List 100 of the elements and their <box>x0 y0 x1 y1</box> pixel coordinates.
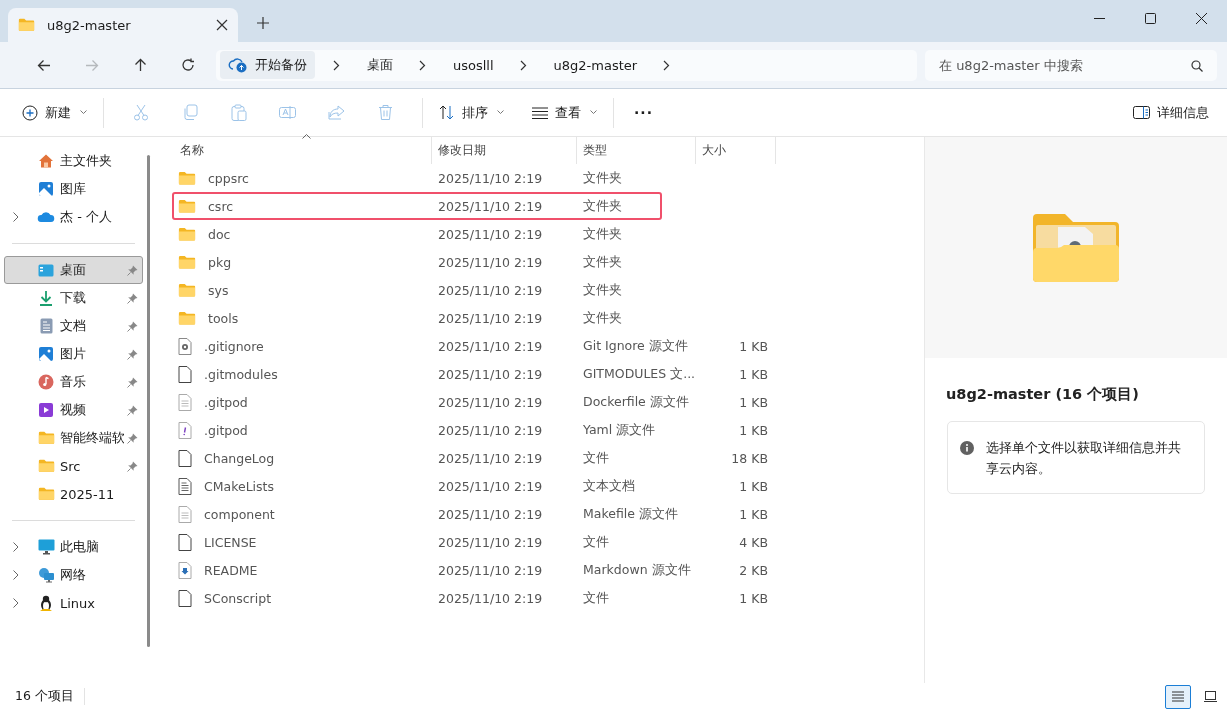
pin-icon[interactable] <box>127 292 138 304</box>
pin-icon[interactable] <box>127 404 138 416</box>
scrollbar[interactable] <box>147 155 150 647</box>
music-icon <box>38 374 54 390</box>
pin-icon[interactable] <box>127 432 138 444</box>
file-name[interactable]: pkg <box>202 254 232 270</box>
type-cell-text: 文件夹 <box>582 225 623 243</box>
view-toggle[interactable] <box>1165 684 1191 709</box>
gallery-icon <box>38 181 54 197</box>
sidebar-item[interactable]: 2025-11 <box>4 480 143 508</box>
back-icon[interactable] <box>37 58 51 72</box>
type-cell-text: Dockerfile 源文件 <box>582 393 690 411</box>
folder-icon <box>178 282 196 298</box>
sort-button[interactable]: 排序 <box>435 97 508 128</box>
search-field[interactable]: 在 u8g2-master 中搜索 <box>925 49 1217 81</box>
pin-icon[interactable] <box>127 348 138 360</box>
backup-button[interactable]: 开始备份 <box>220 51 315 79</box>
sidebar-item[interactable]: Linux <box>4 589 143 617</box>
type-cell-text: 文件 <box>582 533 610 551</box>
file-name[interactable]: tools <box>202 310 239 326</box>
pin-icon[interactable] <box>127 460 138 472</box>
sidebar-item[interactable]: 图库 <box>4 175 143 203</box>
date-cell-text: 2025/11/10 2:19 <box>437 226 544 242</box>
folder-icon <box>178 170 196 186</box>
file-name[interactable]: LICENSE <box>198 534 257 550</box>
date-cell-text: 2025/11/10 2:19 <box>437 422 544 438</box>
folder-icon <box>37 431 55 445</box>
breadcrumb[interactable]: u8g2-master <box>545 57 646 73</box>
file-name[interactable]: README <box>198 562 258 578</box>
address-bar[interactable]: 开始备份 桌面 usoslll u8g2-master <box>216 49 917 81</box>
type-cell-text: Makefile 源文件 <box>582 505 679 523</box>
column-header[interactable]: 大小 <box>696 137 776 164</box>
new-button[interactable]: 新建 <box>18 97 91 128</box>
sidebar-item[interactable]: 主文件夹 <box>4 147 143 175</box>
folder-icon <box>178 310 196 326</box>
file-name[interactable]: component <box>198 506 275 522</box>
expand-chevron-icon[interactable] <box>13 212 19 222</box>
file-name[interactable]: doc <box>202 226 231 242</box>
file-name[interactable]: csrc <box>202 198 234 214</box>
breadcrumb[interactable]: 桌面 <box>359 56 401 74</box>
sidebar-item[interactable]: 图片 <box>4 340 143 368</box>
file-name[interactable]: .gitignore <box>198 338 264 354</box>
details-button[interactable]: 详细信息 <box>1129 97 1213 128</box>
more-button[interactable]: ··· <box>626 104 661 121</box>
source-file-icon <box>178 505 192 523</box>
file-icon <box>178 533 192 551</box>
pin-icon[interactable] <box>127 320 138 332</box>
size-cell-text: 1 KB <box>738 478 769 494</box>
view-button[interactable]: 查看 <box>528 97 601 128</box>
date-cell-text: 2025/11/10 2:19 <box>437 478 544 494</box>
refresh-icon[interactable] <box>181 58 195 72</box>
sidebar-item[interactable]: Src <box>4 452 143 480</box>
up-icon[interactable] <box>133 58 147 72</box>
caret-icon <box>497 110 504 115</box>
file-name[interactable]: ChangeLog <box>198 450 275 466</box>
size-cell-text: 2 KB <box>738 562 769 578</box>
type-cell-text: Yaml 源文件 <box>582 421 657 439</box>
file-name[interactable]: .gitmodules <box>198 366 278 382</box>
expand-chevron-icon[interactable] <box>13 542 19 552</box>
expand-chevron-icon[interactable] <box>13 598 19 608</box>
penguin-icon <box>39 594 53 612</box>
file-name[interactable]: CMakeLists <box>198 478 275 494</box>
column-header[interactable]: 名称 <box>174 137 432 164</box>
pin-icon[interactable] <box>127 376 138 388</box>
file-name[interactable]: .gitpod <box>198 394 248 410</box>
maximize-icon[interactable] <box>1145 13 1156 24</box>
file-name[interactable]: sys <box>202 282 229 298</box>
sidebar-item[interactable]: 视频 <box>4 396 143 424</box>
sidebar-item[interactable]: 杰 - 个人 <box>4 203 143 231</box>
sidebar-item[interactable]: 此电脑 <box>4 533 143 561</box>
sidebar-item[interactable]: 智能终端软 <box>4 424 143 452</box>
sidebar-item[interactable]: 下载 <box>4 284 143 312</box>
close-icon[interactable] <box>1196 13 1207 24</box>
sidebar-item[interactable]: 桌面 <box>4 256 143 284</box>
file-name[interactable]: cppsrc <box>202 170 249 186</box>
type-cell-text: Markdown 源文件 <box>582 561 692 579</box>
expand-chevron-icon[interactable] <box>13 570 19 580</box>
video-icon <box>38 402 54 418</box>
folder-preview-icon <box>1033 213 1119 282</box>
list-icon <box>532 106 548 119</box>
desktop-icon <box>38 263 54 277</box>
yaml-file-icon <box>178 421 192 439</box>
window-tab[interactable]: u8g2-master <box>8 8 238 42</box>
size-cell-text: 4 KB <box>738 534 769 550</box>
folder-icon <box>37 487 55 501</box>
column-header[interactable]: 类型 <box>577 137 696 164</box>
sidebar-item[interactable]: 音乐 <box>4 368 143 396</box>
close-icon[interactable] <box>216 19 228 31</box>
sidebar-item[interactable]: 网络 <box>4 561 143 589</box>
file-name[interactable]: .gitpod <box>198 422 248 438</box>
date-cell-text: 2025/11/10 2:19 <box>437 534 544 550</box>
sidebar-item[interactable]: 文档 <box>4 312 143 340</box>
pin-icon[interactable] <box>127 264 138 276</box>
details-pane-icon <box>1133 106 1150 119</box>
column-header[interactable]: 修改日期 <box>432 137 577 164</box>
new-tab-icon[interactable] <box>257 17 269 29</box>
search-icon[interactable] <box>1191 59 1203 72</box>
file-name[interactable]: SConscript <box>198 590 272 606</box>
breadcrumb[interactable]: usoslll <box>445 57 502 73</box>
folder-icon <box>178 254 196 270</box>
